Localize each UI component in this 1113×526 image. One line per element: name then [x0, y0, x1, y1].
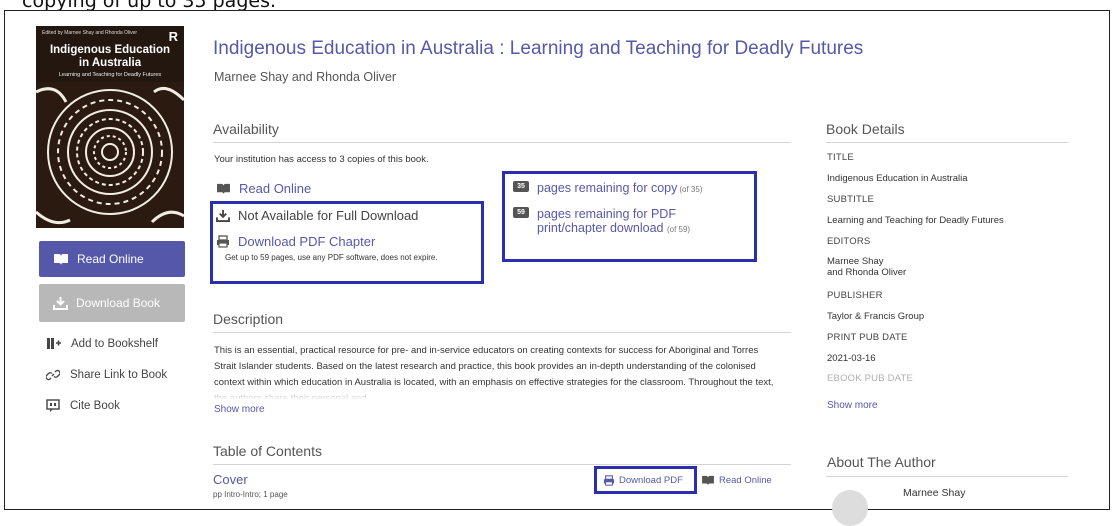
book-details-heading: Book Details	[826, 121, 905, 137]
book-title: Indigenous Education in Australia : Lear…	[213, 38, 864, 59]
book-open-icon	[217, 183, 230, 194]
book-cover: Edited by Marnee Shay and Rhonda Oliver …	[36, 26, 184, 228]
detail-editors-value: Marnee Shay and Rhonda Oliver	[827, 256, 907, 278]
access-text: Your institution has access to 3 copies …	[214, 154, 429, 165]
description-fade	[214, 384, 774, 400]
description-show-more[interactable]: Show more	[214, 404, 265, 415]
toc-item-meta: pp Intro-Intro; 1 page	[213, 490, 288, 499]
detail-title-label: TITLE	[827, 152, 854, 163]
availability-divider	[213, 142, 791, 143]
author-name[interactable]: Marnee Shay	[903, 487, 965, 499]
detail-print-date-label: PRINT PUB DATE	[827, 332, 908, 343]
toc-download-pdf-button[interactable]: Download PDF	[603, 475, 683, 486]
book-open-icon	[702, 475, 714, 486]
book-open-icon	[54, 253, 68, 265]
share-link-button[interactable]: Share Link to Book	[46, 368, 167, 382]
cover-title: Indigenous Education in Australia	[49, 44, 171, 69]
highlight-box-download	[210, 201, 484, 284]
book-authors: Marnee Shay and Rhonda Oliver	[214, 70, 397, 84]
read-online-button[interactable]: Read Online	[39, 241, 185, 277]
toc-item-title[interactable]: Cover	[213, 472, 248, 487]
printer-icon	[603, 475, 615, 486]
toc-divider	[213, 464, 791, 465]
details-show-more[interactable]: Show more	[827, 400, 878, 411]
cite-book-button[interactable]: Cite Book	[46, 399, 120, 413]
download-icon	[53, 297, 68, 310]
book-details-divider	[826, 142, 1068, 143]
about-author-divider	[826, 476, 1068, 477]
add-bookshelf-icon	[47, 338, 61, 349]
description-divider	[213, 332, 791, 333]
cover-artwork	[36, 82, 184, 228]
availability-heading: Availability	[213, 121, 279, 137]
detail-editors-label: EDITORS	[827, 236, 871, 247]
detail-publisher-value: Taylor & Francis Group	[827, 311, 925, 322]
link-icon	[46, 369, 60, 381]
cite-icon	[46, 399, 60, 412]
about-author-heading: About The Author	[827, 454, 936, 470]
availability-read-online-link[interactable]: Read Online	[216, 181, 311, 196]
add-to-bookshelf-link[interactable]: Add to Bookshelf	[46, 337, 158, 350]
highlight-box-pages	[502, 171, 757, 262]
author-avatar	[832, 490, 868, 526]
detail-subtitle-label: SUBTITLE	[827, 194, 874, 205]
detail-ebook-date-label: EBOOK PUB DATE	[827, 373, 914, 384]
publisher-logo: R	[168, 29, 178, 44]
toc-heading: Table of Contents	[213, 443, 322, 459]
description-heading: Description	[213, 311, 284, 327]
toc-read-online-button[interactable]: Read Online	[701, 475, 772, 486]
detail-print-date-value: 2021-03-16	[827, 353, 876, 364]
cover-editors: Edited by Marnee Shay and Rhonda Oliver	[42, 30, 138, 36]
download-book-button[interactable]: Download Book	[39, 284, 185, 322]
detail-subtitle-value: Learning and Teaching for Deadly Futures	[827, 215, 1004, 226]
cover-subtitle: Learning and Teaching for Deadly Futures	[58, 72, 162, 78]
detail-title-value: Indigenous Education in Australia	[827, 173, 968, 184]
detail-publisher-label: PUBLISHER	[827, 290, 883, 301]
